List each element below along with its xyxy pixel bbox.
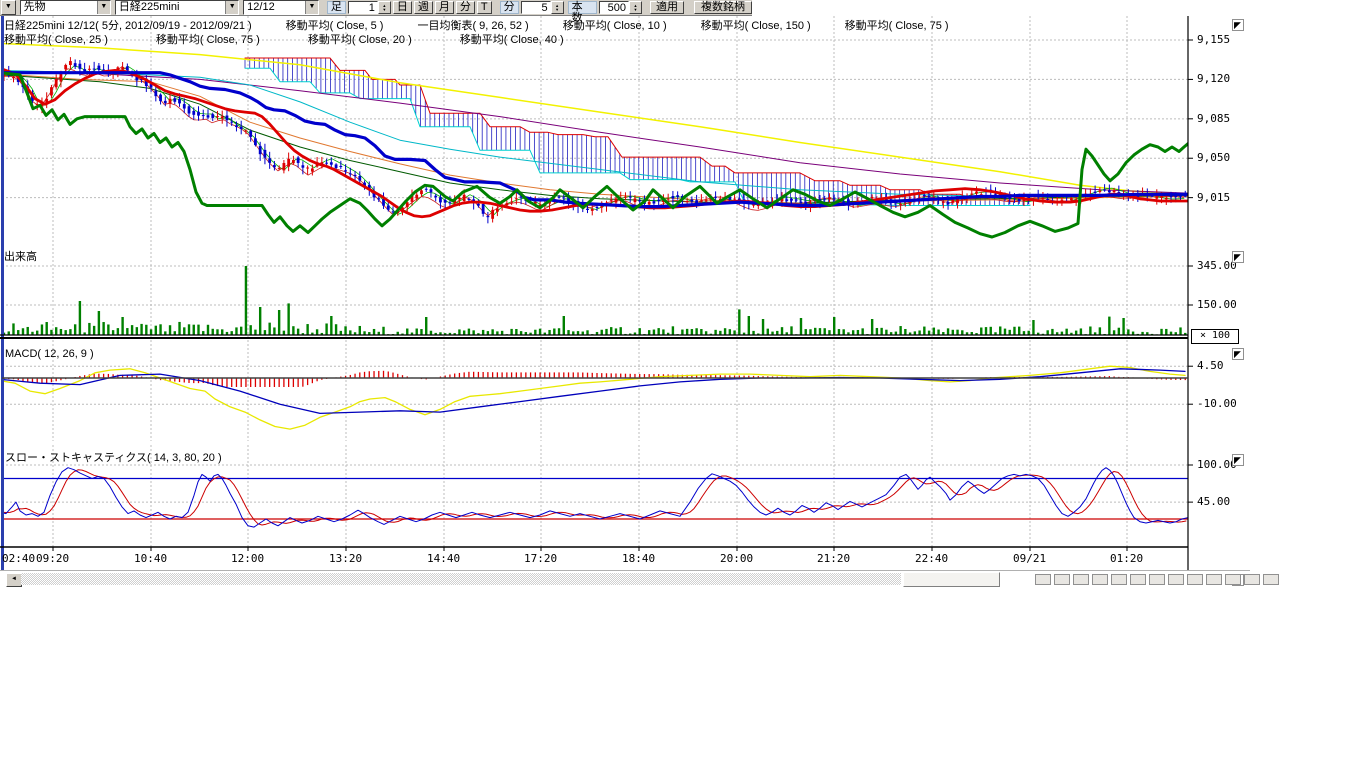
trading-app-window: ▼ 先物 ▼ 日経225mini ▼ 12/12 ▼ 足 1 ▲▼ 日 週 月 … [0, 0, 1366, 768]
mini-button[interactable] [1263, 574, 1279, 585]
mini-button[interactable] [1206, 574, 1222, 585]
time-axis-tick: 01:20 [1110, 552, 1143, 565]
indicator-label: 移動平均( Close, 40 ) [460, 31, 564, 47]
price-axis-tick: 9,085 [1197, 112, 1230, 125]
mini-button[interactable] [1111, 574, 1127, 585]
mini-button[interactable] [1225, 574, 1241, 585]
volume-multiplier-badge: × 100 [1191, 329, 1239, 344]
time-axis-tick: 10:40 [134, 552, 167, 565]
indicator-label: 移動平均( Close, 25 ) [4, 31, 108, 47]
pane-collapse-icon[interactable]: ◤ [1232, 251, 1244, 263]
stoch-axis-tick: 45.00 [1197, 495, 1230, 508]
stoch-axis-tick: 100.00 [1197, 458, 1237, 471]
mini-button[interactable] [1187, 574, 1203, 585]
time-axis-tick: 14:40 [427, 552, 460, 565]
volume-axis-tick: 150.00 [1197, 298, 1237, 311]
volume-axis-tick: 345.00 [1197, 259, 1237, 272]
time-axis-tick: 17:20 [524, 552, 557, 565]
time-axis-tick: 20:00 [720, 552, 753, 565]
mini-button[interactable] [1168, 574, 1184, 585]
time-axis-tick: 18:40 [622, 552, 655, 565]
indicator-header-row2: 移動平均( Close, 25 ) 移動平均( Close, 75 ) 移動平均( … [4, 31, 612, 47]
stoch-pane-label: スロー・ストキャスティクス( 14, 3, 80, 20 ) [5, 449, 222, 465]
price-axis-tick: 9,120 [1197, 72, 1230, 85]
price-axis-tick: 9,155 [1197, 33, 1230, 46]
time-axis-tick: 09/21 [1013, 552, 1046, 565]
mini-button[interactable] [1054, 574, 1070, 585]
indicator-label: 移動平均( Close, 75 ) [156, 31, 260, 47]
mini-button[interactable] [1244, 574, 1260, 585]
indicator-label: 移動平均( Close, 150 ) [701, 17, 811, 33]
indicator-label: 移動平均( Close, 75 ) [845, 17, 949, 33]
time-axis-tick: 22:40 [915, 552, 948, 565]
pane-collapse-icon[interactable]: ◤ [1232, 348, 1244, 360]
chart-canvas[interactable] [0, 0, 1366, 600]
pane-collapse-icon[interactable]: ◤ [1232, 454, 1244, 466]
mini-button[interactable] [1035, 574, 1051, 585]
scrollbar-thumb[interactable] [903, 572, 1000, 587]
price-axis-tick: 9,015 [1197, 191, 1230, 204]
scroll-left-button[interactable]: ◄ [6, 573, 22, 587]
time-axis-tick: 02:40 [2, 552, 35, 565]
time-axis-tick: 09:20 [36, 552, 69, 565]
macd-axis-tick: -10.00 [1197, 397, 1237, 410]
mini-button[interactable] [1092, 574, 1108, 585]
pane-collapse-icon[interactable]: ◤ [1232, 19, 1244, 31]
chart-area: 日経225mini 12/12( 5分, 2012/09/19 - 2012/0… [0, 0, 1366, 768]
horizontal-scrollbar: ◄ [0, 570, 1250, 586]
time-axis-tick: 21:20 [817, 552, 850, 565]
price-axis-tick: 9,050 [1197, 151, 1230, 164]
mini-button[interactable] [1130, 574, 1146, 585]
time-axis-tick: 12:00 [231, 552, 264, 565]
macd-axis-tick: 4.50 [1197, 359, 1224, 372]
mini-button[interactable] [1149, 574, 1165, 585]
mini-toolbar [1035, 574, 1282, 585]
time-axis-tick: 13:20 [329, 552, 362, 565]
indicator-label: 移動平均( Close, 20 ) [308, 31, 412, 47]
volume-pane-label: 出来高 [4, 248, 37, 264]
scrollbar-track[interactable] [21, 573, 901, 585]
macd-pane-label: MACD( 12, 26, 9 ) [5, 348, 94, 360]
mini-button[interactable] [1073, 574, 1089, 585]
